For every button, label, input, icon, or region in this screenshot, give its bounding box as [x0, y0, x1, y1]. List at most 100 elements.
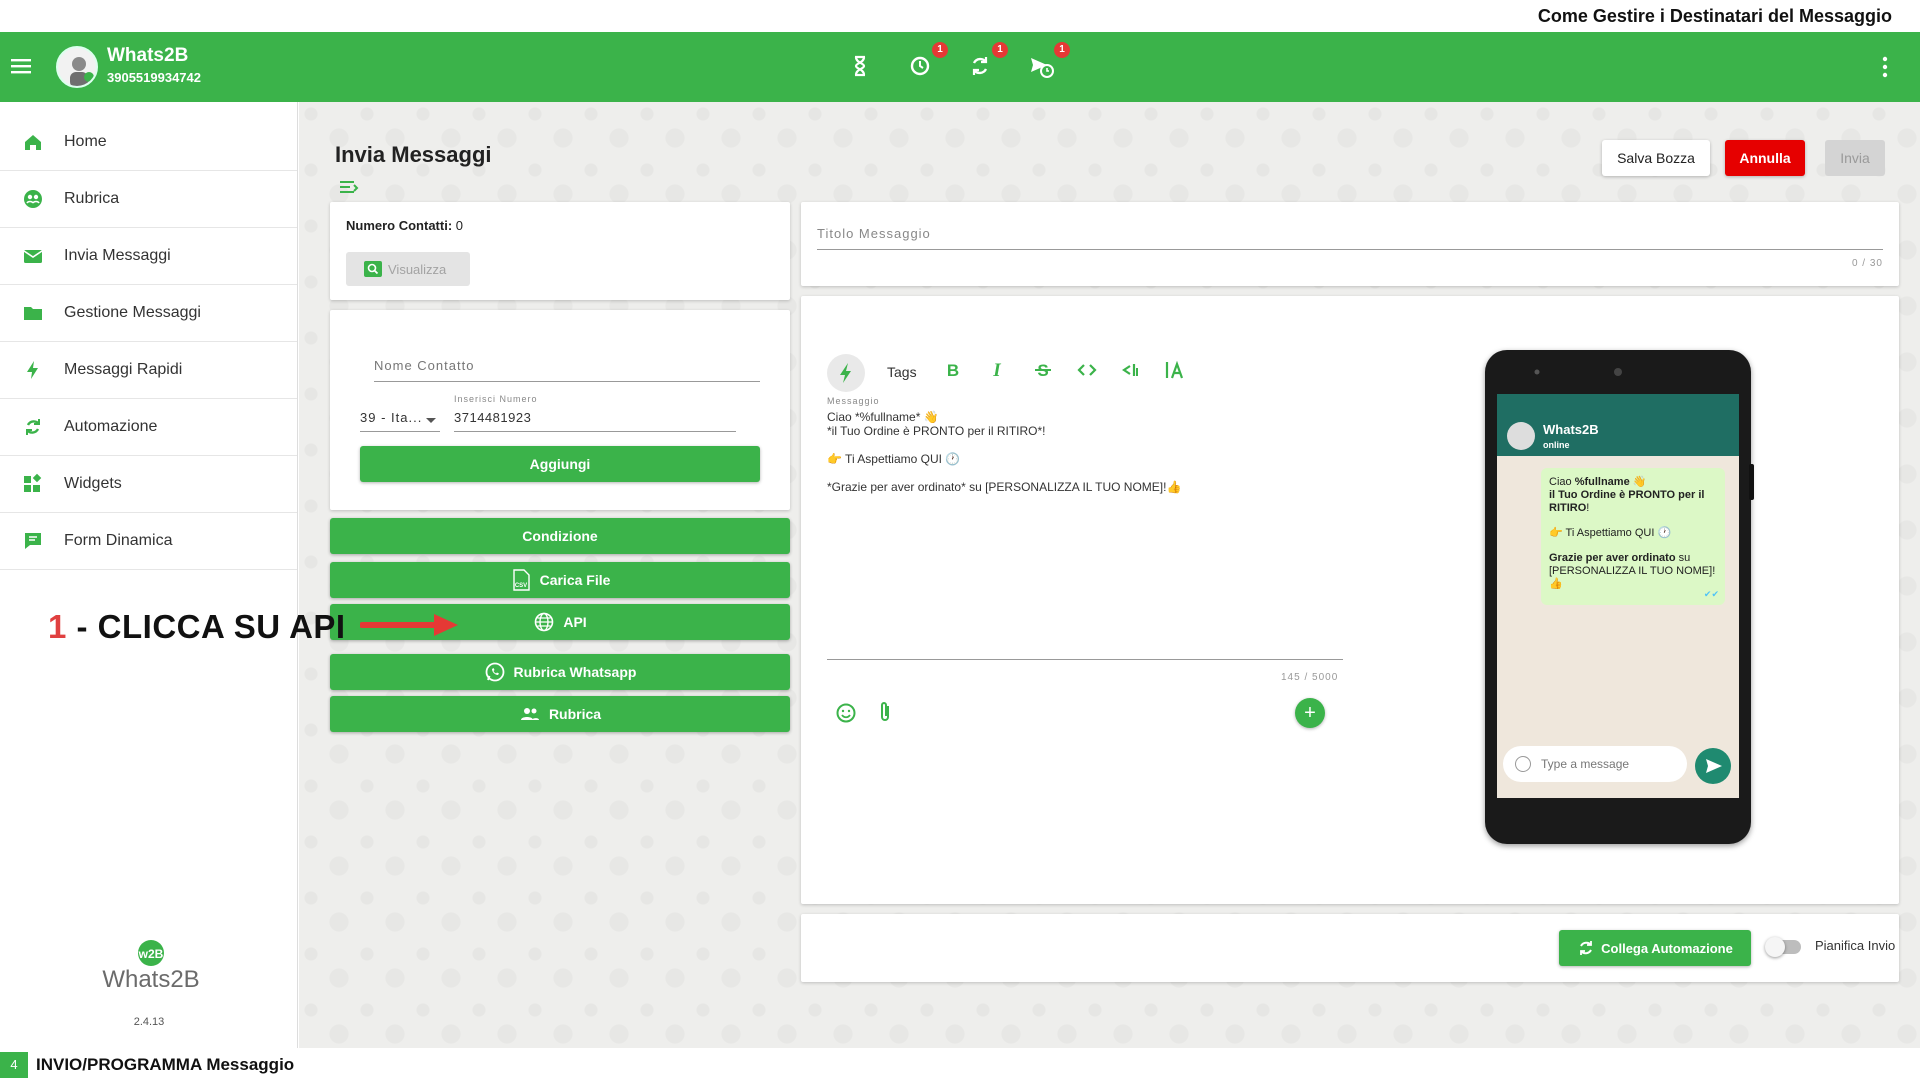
sync-icon	[26, 419, 40, 435]
chat-status: online	[1543, 440, 1570, 450]
connect-automation-button[interactable]: Collega Automazione	[1559, 930, 1751, 966]
sync-icon[interactable]: 1	[966, 42, 1008, 80]
sidebar-item-gestione-messaggi[interactable]: Gestione Messaggi	[0, 285, 297, 342]
sidebar-item-invia-messaggi[interactable]: Invia Messaggi	[0, 228, 297, 285]
quick-message-button[interactable]	[827, 354, 865, 392]
emoji-icon	[1515, 756, 1531, 772]
sidebar-item-label: Invia Messaggi	[64, 247, 171, 264]
title-char-counter: 0 / 30	[1851, 258, 1883, 269]
schedule-send-label: Pianifica Invio	[1815, 938, 1896, 953]
widgets-icon	[24, 473, 42, 492]
pointer-arrow-icon	[360, 614, 458, 636]
sidebar-item-home[interactable]: Home	[0, 114, 297, 171]
avatar[interactable]	[56, 46, 98, 88]
whatsapp-icon	[485, 662, 504, 682]
hourglass-icon[interactable]	[846, 52, 874, 80]
message-char-counter: 145 / 5000	[1281, 672, 1339, 683]
contact-name-field[interactable]: Nome Contatto	[374, 354, 760, 382]
account-phone: 3905519934742	[107, 70, 201, 85]
schedule-send-toggle[interactable]	[1765, 937, 1801, 957]
svg-text:CSV: CSV	[514, 583, 526, 589]
folder-icon	[24, 307, 42, 320]
csv-file-icon: CSV	[512, 569, 530, 591]
phone-preview: Whats2B online Ciao %fullname 👋 il Tuo O…	[1485, 350, 1751, 844]
contacts-count-card: Numero Contatti: 0 Visualizza	[330, 202, 790, 300]
font-size-icon[interactable]	[1163, 358, 1187, 382]
bolt-icon	[27, 361, 38, 379]
bold-icon[interactable]: B	[941, 358, 965, 382]
sidebar-item-rubrica[interactable]: Rubrica	[0, 171, 297, 228]
phone-side-button	[1749, 464, 1754, 500]
chat-input: Type a message	[1503, 746, 1687, 782]
tutorial-annotation: 1 - CLICCA SU API	[48, 608, 346, 645]
message-textarea[interactable]: Ciao *%fullname* 👋 *il Tuo Ordine è PRON…	[827, 410, 1343, 660]
page-title: Invia Messaggi	[335, 142, 492, 167]
svg-text:I: I	[992, 360, 1001, 381]
bolt-icon	[840, 363, 851, 383]
phone-camera-icon	[1534, 368, 1622, 376]
message-title-card: Titolo Messaggio 0 / 30	[801, 202, 1899, 286]
cancel-button[interactable]: Annulla	[1725, 140, 1805, 176]
notification-badge: 1	[992, 42, 1008, 58]
sidebar-item-messaggi-rapidi[interactable]: Messaggi Rapidi	[0, 342, 297, 399]
step-caption: INVIO/PROGRAMMA Messaggio	[36, 1055, 295, 1074]
chat-contact-name: Whats2B	[1543, 422, 1599, 437]
svg-text:w2B: w2B	[138, 947, 164, 961]
read-receipt-icon: ✔✔	[1703, 589, 1719, 599]
sidebar-item-label: Widgets	[64, 475, 122, 492]
sidebar-logo: w2B Whats2B	[96, 937, 206, 1006]
sidebar-item-label: Rubrica	[64, 190, 120, 207]
chat-header: Whats2B online	[1497, 394, 1739, 456]
whats2b-logo-icon: w2B Whats2B	[102, 940, 200, 993]
notification-badge: 1	[932, 42, 948, 58]
app-version: 2.4.13	[133, 1016, 165, 1028]
filter-list-icon[interactable]	[339, 180, 359, 196]
phone-number-label: Inserisci Numero	[454, 394, 538, 404]
sidebar-item-widgets[interactable]: Widgets	[0, 456, 297, 513]
app-name: Whats2B	[107, 45, 189, 66]
scheduled-send-icon[interactable]: 1	[1028, 42, 1070, 80]
text-direction-icon[interactable]	[1119, 358, 1143, 382]
upload-file-button[interactable]: CSV Carica File	[330, 562, 790, 598]
address-book-button[interactable]: Rubrica	[330, 696, 790, 732]
send-button[interactable]: Invia	[1825, 140, 1885, 176]
view-contacts-button[interactable]: Visualizza	[346, 252, 470, 286]
country-prefix-select[interactable]: 39 - Ita...	[360, 404, 440, 432]
sidebar-item-form-dinamica[interactable]: Form Dinamica	[0, 513, 297, 570]
contacts-icon	[24, 190, 42, 208]
contacts-count: Numero Contatti: 0	[346, 218, 464, 233]
sidebar-item-automazione[interactable]: Automazione	[0, 399, 297, 456]
home-icon	[25, 135, 41, 150]
search-icon	[364, 261, 382, 277]
whatsapp-contacts-button[interactable]: Rubrica Whatsapp	[330, 654, 790, 690]
main-content: Invia Messaggi Salva Bozza Annulla Invia…	[299, 102, 1920, 1048]
add-contact-card: Nome Contatto 39 - Ita... Inserisci Nume…	[330, 310, 790, 510]
save-draft-button[interactable]: Salva Bozza	[1602, 140, 1710, 176]
condition-button[interactable]: Condizione	[330, 518, 790, 554]
svg-text:Whats2B: Whats2B	[102, 966, 199, 993]
app-bar: Whats2B 3905519934742 1 1 1	[0, 32, 1920, 102]
hamburger-menu-icon[interactable]	[10, 55, 32, 77]
more-options-icon[interactable]	[1880, 55, 1890, 79]
message-title-field[interactable]: Titolo Messaggio	[817, 226, 1883, 250]
sidebar: Home Rubrica Invia Messaggi Gestione Mes…	[0, 102, 298, 1048]
strikethrough-icon[interactable]: S	[1031, 358, 1055, 382]
emoji-icon[interactable]	[835, 702, 857, 724]
phone-screen: Whats2B online Ciao %fullname 👋 il Tuo O…	[1497, 394, 1739, 798]
tags-button[interactable]: Tags	[887, 364, 917, 380]
add-contact-button[interactable]: Aggiungi	[360, 446, 760, 482]
step-number: 4	[0, 1052, 28, 1078]
history-icon[interactable]: 1	[906, 42, 948, 80]
people-icon	[520, 708, 539, 720]
bottom-caption: 4 INVIO/PROGRAMMA Messaggio	[0, 1048, 1920, 1080]
code-icon[interactable]	[1075, 358, 1099, 382]
sidebar-item-label: Messaggi Rapidi	[64, 361, 183, 378]
attachment-icon[interactable]	[875, 700, 895, 724]
message-editor-card: Tags B I S Messaggio Ciao *%fullname* 👋 …	[801, 296, 1899, 904]
add-button[interactable]: +	[1295, 698, 1325, 728]
avatar	[1507, 422, 1535, 450]
phone-number-field[interactable]: 3714481923	[454, 406, 736, 432]
italic-icon[interactable]: I	[985, 358, 1009, 382]
sidebar-item-label: Home	[64, 133, 107, 150]
user-photo-icon	[70, 57, 94, 86]
